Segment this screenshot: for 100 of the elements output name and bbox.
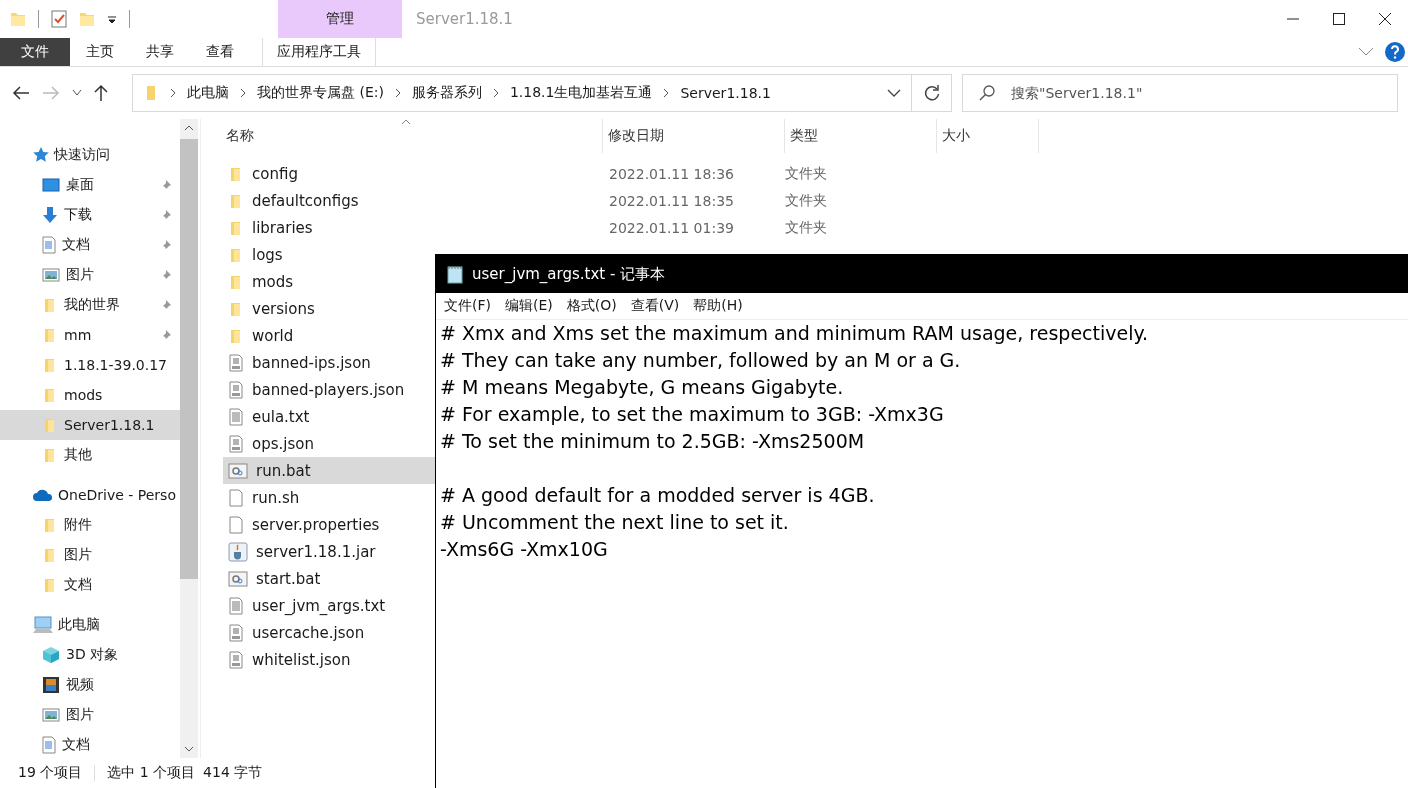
file-name: libraries xyxy=(252,218,313,237)
modified-date: 2022.01.11 01:39 xyxy=(609,219,734,236)
monitor-icon xyxy=(42,178,60,192)
file-row[interactable]: start.bat xyxy=(223,565,435,592)
nav-item[interactable]: 文档 xyxy=(0,730,180,758)
file-row[interactable]: banned-players.json xyxy=(223,376,435,403)
nav-item[interactable]: 图片 xyxy=(0,700,180,730)
folder-icon xyxy=(79,11,95,27)
file-name: ops.json xyxy=(252,434,314,453)
scroll-down-icon xyxy=(184,746,194,752)
nav-item[interactable]: 1.18.1-39.0.17 xyxy=(0,350,180,380)
status-text: 414 字节 xyxy=(203,764,263,782)
blank-file-icon xyxy=(228,488,244,507)
file-row[interactable]: usercache.json xyxy=(223,619,435,646)
file-row[interactable]: server.properties xyxy=(223,511,435,538)
window-title: user_jvm_args.txt - 记事本 xyxy=(472,264,666,284)
nav-item[interactable]: 其他 xyxy=(0,440,180,470)
menu-item[interactable]: 查看(V) xyxy=(630,297,680,315)
nav-group-item[interactable]: 此电脑 xyxy=(0,610,180,640)
nav-item[interactable]: 附件 xyxy=(0,510,180,540)
nav-item[interactable]: mods xyxy=(0,380,180,410)
breadcrumb[interactable]: Server1.18.1 xyxy=(680,85,771,101)
file-row[interactable]: libraries 2022.01.11 01:39 文件夹 xyxy=(223,214,995,241)
json-file-icon xyxy=(228,434,244,453)
file-row[interactable]: defaultconfigs 2022.01.11 18:35 文件夹 xyxy=(223,187,995,214)
nav-group-item[interactable]: OneDrive - Perso xyxy=(0,480,180,510)
search-field[interactable]: 搜索"Server1.18.1" xyxy=(962,74,1398,112)
column-header[interactable]: 类型 xyxy=(785,119,937,153)
file-name: mods xyxy=(252,272,294,291)
breadcrumb[interactable]: 此电脑 xyxy=(187,84,229,102)
menu-item[interactable]: 编辑(E) xyxy=(505,297,553,315)
text-file-icon xyxy=(228,596,244,615)
refresh-button[interactable] xyxy=(912,74,952,112)
menu-item[interactable]: 帮助(H) xyxy=(693,297,743,315)
file-name: eula.txt xyxy=(252,407,310,426)
ribbon-tab[interactable]: 共享 xyxy=(130,38,190,66)
breadcrumb[interactable]: 我的世界专属盘 (E:) xyxy=(257,84,384,102)
file-row[interactable]: run.sh xyxy=(223,484,435,511)
file-row[interactable]: whitelist.json xyxy=(223,646,435,673)
nav-item[interactable]: Server1.18.1 xyxy=(0,410,180,440)
down-arrow-icon xyxy=(42,206,58,224)
file-name: banned-ips.json xyxy=(252,353,371,372)
contextual-tab-header: 管理 xyxy=(278,0,402,38)
file-row[interactable]: banned-ips.json xyxy=(223,349,435,376)
nav-item[interactable]: 图片 xyxy=(0,540,180,570)
scrollbar[interactable] xyxy=(180,119,198,758)
file-row[interactable]: server1.18.1.jar xyxy=(223,538,435,565)
nav-item[interactable]: 我的世界 xyxy=(0,290,180,320)
checklist-icon xyxy=(51,10,67,28)
file-row[interactable]: ops.json xyxy=(223,430,435,457)
file-row[interactable]: world xyxy=(223,322,435,349)
ribbon-tab[interactable]: 应用程序工具 xyxy=(262,38,376,66)
chevron-right-icon xyxy=(393,88,402,98)
chevron-down-icon xyxy=(887,88,901,98)
file-row[interactable]: run.bat xyxy=(223,457,435,484)
chevron-down-icon xyxy=(1358,47,1374,57)
breadcrumb[interactable]: 1.18.1生电加基岩互通 xyxy=(509,84,653,102)
file-name: banned-players.json xyxy=(252,380,405,399)
nav-group-item[interactable]: 快速访问 xyxy=(0,140,180,170)
status-text: 选中 1 个项目 xyxy=(107,764,196,782)
nav-item[interactable]: 3D 对象 xyxy=(0,640,180,670)
column-header[interactable]: 名称 xyxy=(223,119,603,153)
json-file-icon xyxy=(228,650,244,669)
column-header[interactable]: 修改日期 xyxy=(603,119,785,153)
file-row[interactable]: eula.txt xyxy=(223,403,435,430)
sort-caret-icon xyxy=(401,119,411,125)
scroll-up-icon xyxy=(184,125,194,131)
ribbon-tab[interactable]: 查看 xyxy=(190,38,250,66)
address-bar[interactable]: 此电脑 我的世界专属盘 (E:) 服务器系列 1.18.1生电加基岩互通 Server1.18.1 xyxy=(132,74,912,112)
file-row[interactable]: versions xyxy=(223,295,435,322)
nav-item[interactable]: 桌面 xyxy=(0,170,180,200)
file-type: 文件夹 xyxy=(785,164,827,183)
nav-item[interactable]: 下载 xyxy=(0,200,180,230)
ribbon-tab[interactable]: 文件 xyxy=(0,38,70,66)
computer-icon xyxy=(32,616,54,634)
nav-item[interactable]: 图片 xyxy=(0,260,180,290)
menu-item[interactable]: 格式(O) xyxy=(566,297,617,315)
menu-item[interactable]: 文件(F) xyxy=(444,297,491,315)
nav-item[interactable]: 文档 xyxy=(0,230,180,260)
modified-date: 2022.01.11 18:35 xyxy=(609,192,734,209)
minimize-icon xyxy=(1287,18,1299,20)
column-header[interactable]: 大小 xyxy=(937,119,1039,153)
file-name: server.properties xyxy=(252,515,380,534)
document-icon xyxy=(42,236,56,254)
status-text: 19 个项目 xyxy=(18,764,83,782)
file-row[interactable]: user_jvm_args.txt xyxy=(223,592,435,619)
nav-item[interactable]: 文档 xyxy=(0,570,180,600)
ribbon-tab[interactable]: 主页 xyxy=(70,38,130,66)
picture-icon xyxy=(42,708,60,722)
file-row[interactable]: config 2022.01.11 18:36 文件夹 xyxy=(223,160,995,187)
file-type: 文件夹 xyxy=(785,218,827,237)
scrollbar-thumb[interactable] xyxy=(180,139,198,579)
chevron-right-icon xyxy=(239,88,247,98)
file-row[interactable]: mods xyxy=(223,268,435,295)
breadcrumb[interactable]: 服务器系列 xyxy=(411,84,482,102)
file-row[interactable]: logs xyxy=(223,241,435,268)
nav-item[interactable]: 视频 xyxy=(0,670,180,700)
nav-item[interactable]: mm xyxy=(0,320,180,350)
text-content[interactable]: # Xmx and Xms set the maximum and minimum RAM usage, respectively. # They can take any number, followed by an M or a G. # M means Megabyte, G means Gigabyte. # For example, to set the maximum to 3GB: -Xmx3G # To set the minimum to 2.5GB: -Xms2500M # A good default for a modded server is 4GB. # Uncomment the next line to set it. -Xms6G -Xmx10G xyxy=(436,320,1408,788)
gears-file-icon xyxy=(228,462,248,479)
